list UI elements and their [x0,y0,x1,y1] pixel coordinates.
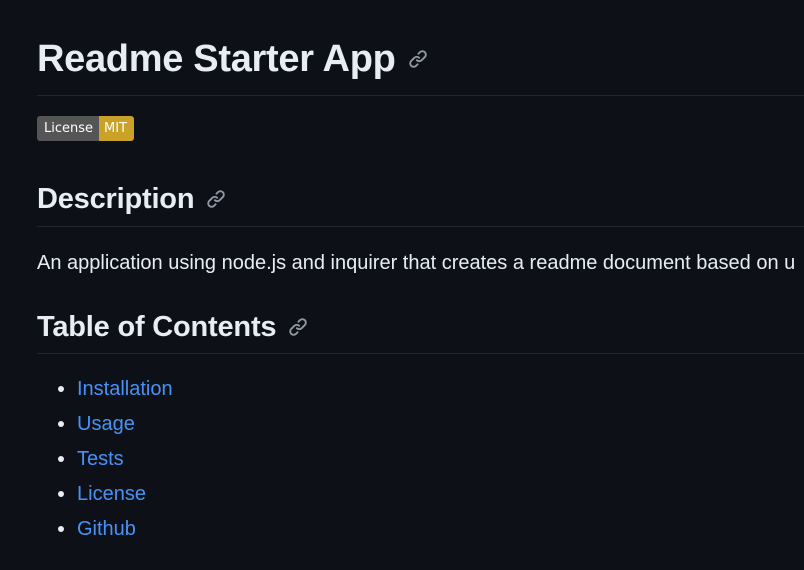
toc-heading: Table of Contents [37,309,308,345]
description-heading-text: Description [37,183,195,215]
badge-value: MIT [99,116,135,141]
badge-label: License [37,116,100,141]
toc-item-usage: Usage [58,411,173,446]
toc-link-usage[interactable]: Usage [77,413,135,435]
readme-page: Readme Starter App License MIT Descripti… [0,0,804,570]
toc-link-tests[interactable]: Tests [77,448,124,470]
title-heading: Readme Starter App [37,36,428,82]
description-heading: Description [37,181,226,217]
page-title: Readme Starter App [37,38,396,80]
description-link-icon[interactable] [206,189,226,209]
toc-item-tests: Tests [58,446,173,481]
toc-divider [37,353,804,354]
license-badge[interactable]: License MIT [37,116,135,141]
toc-item-license: License [58,481,173,516]
toc-link-github[interactable]: Github [77,518,136,540]
toc-heading-text: Table of Contents [37,311,277,343]
title-divider [37,95,804,96]
toc-item-installation: Installation [58,376,173,411]
toc-link-icon[interactable] [288,317,308,337]
description-text: An application using node.js and inquire… [37,252,796,274]
title-link-icon[interactable] [408,49,428,69]
description-divider [37,226,804,227]
toc-link-installation[interactable]: Installation [77,378,173,400]
toc-link-license[interactable]: License [77,483,146,505]
toc-list: Installation Usage Tests License Github [37,376,173,551]
toc-item-github: Github [58,516,173,551]
